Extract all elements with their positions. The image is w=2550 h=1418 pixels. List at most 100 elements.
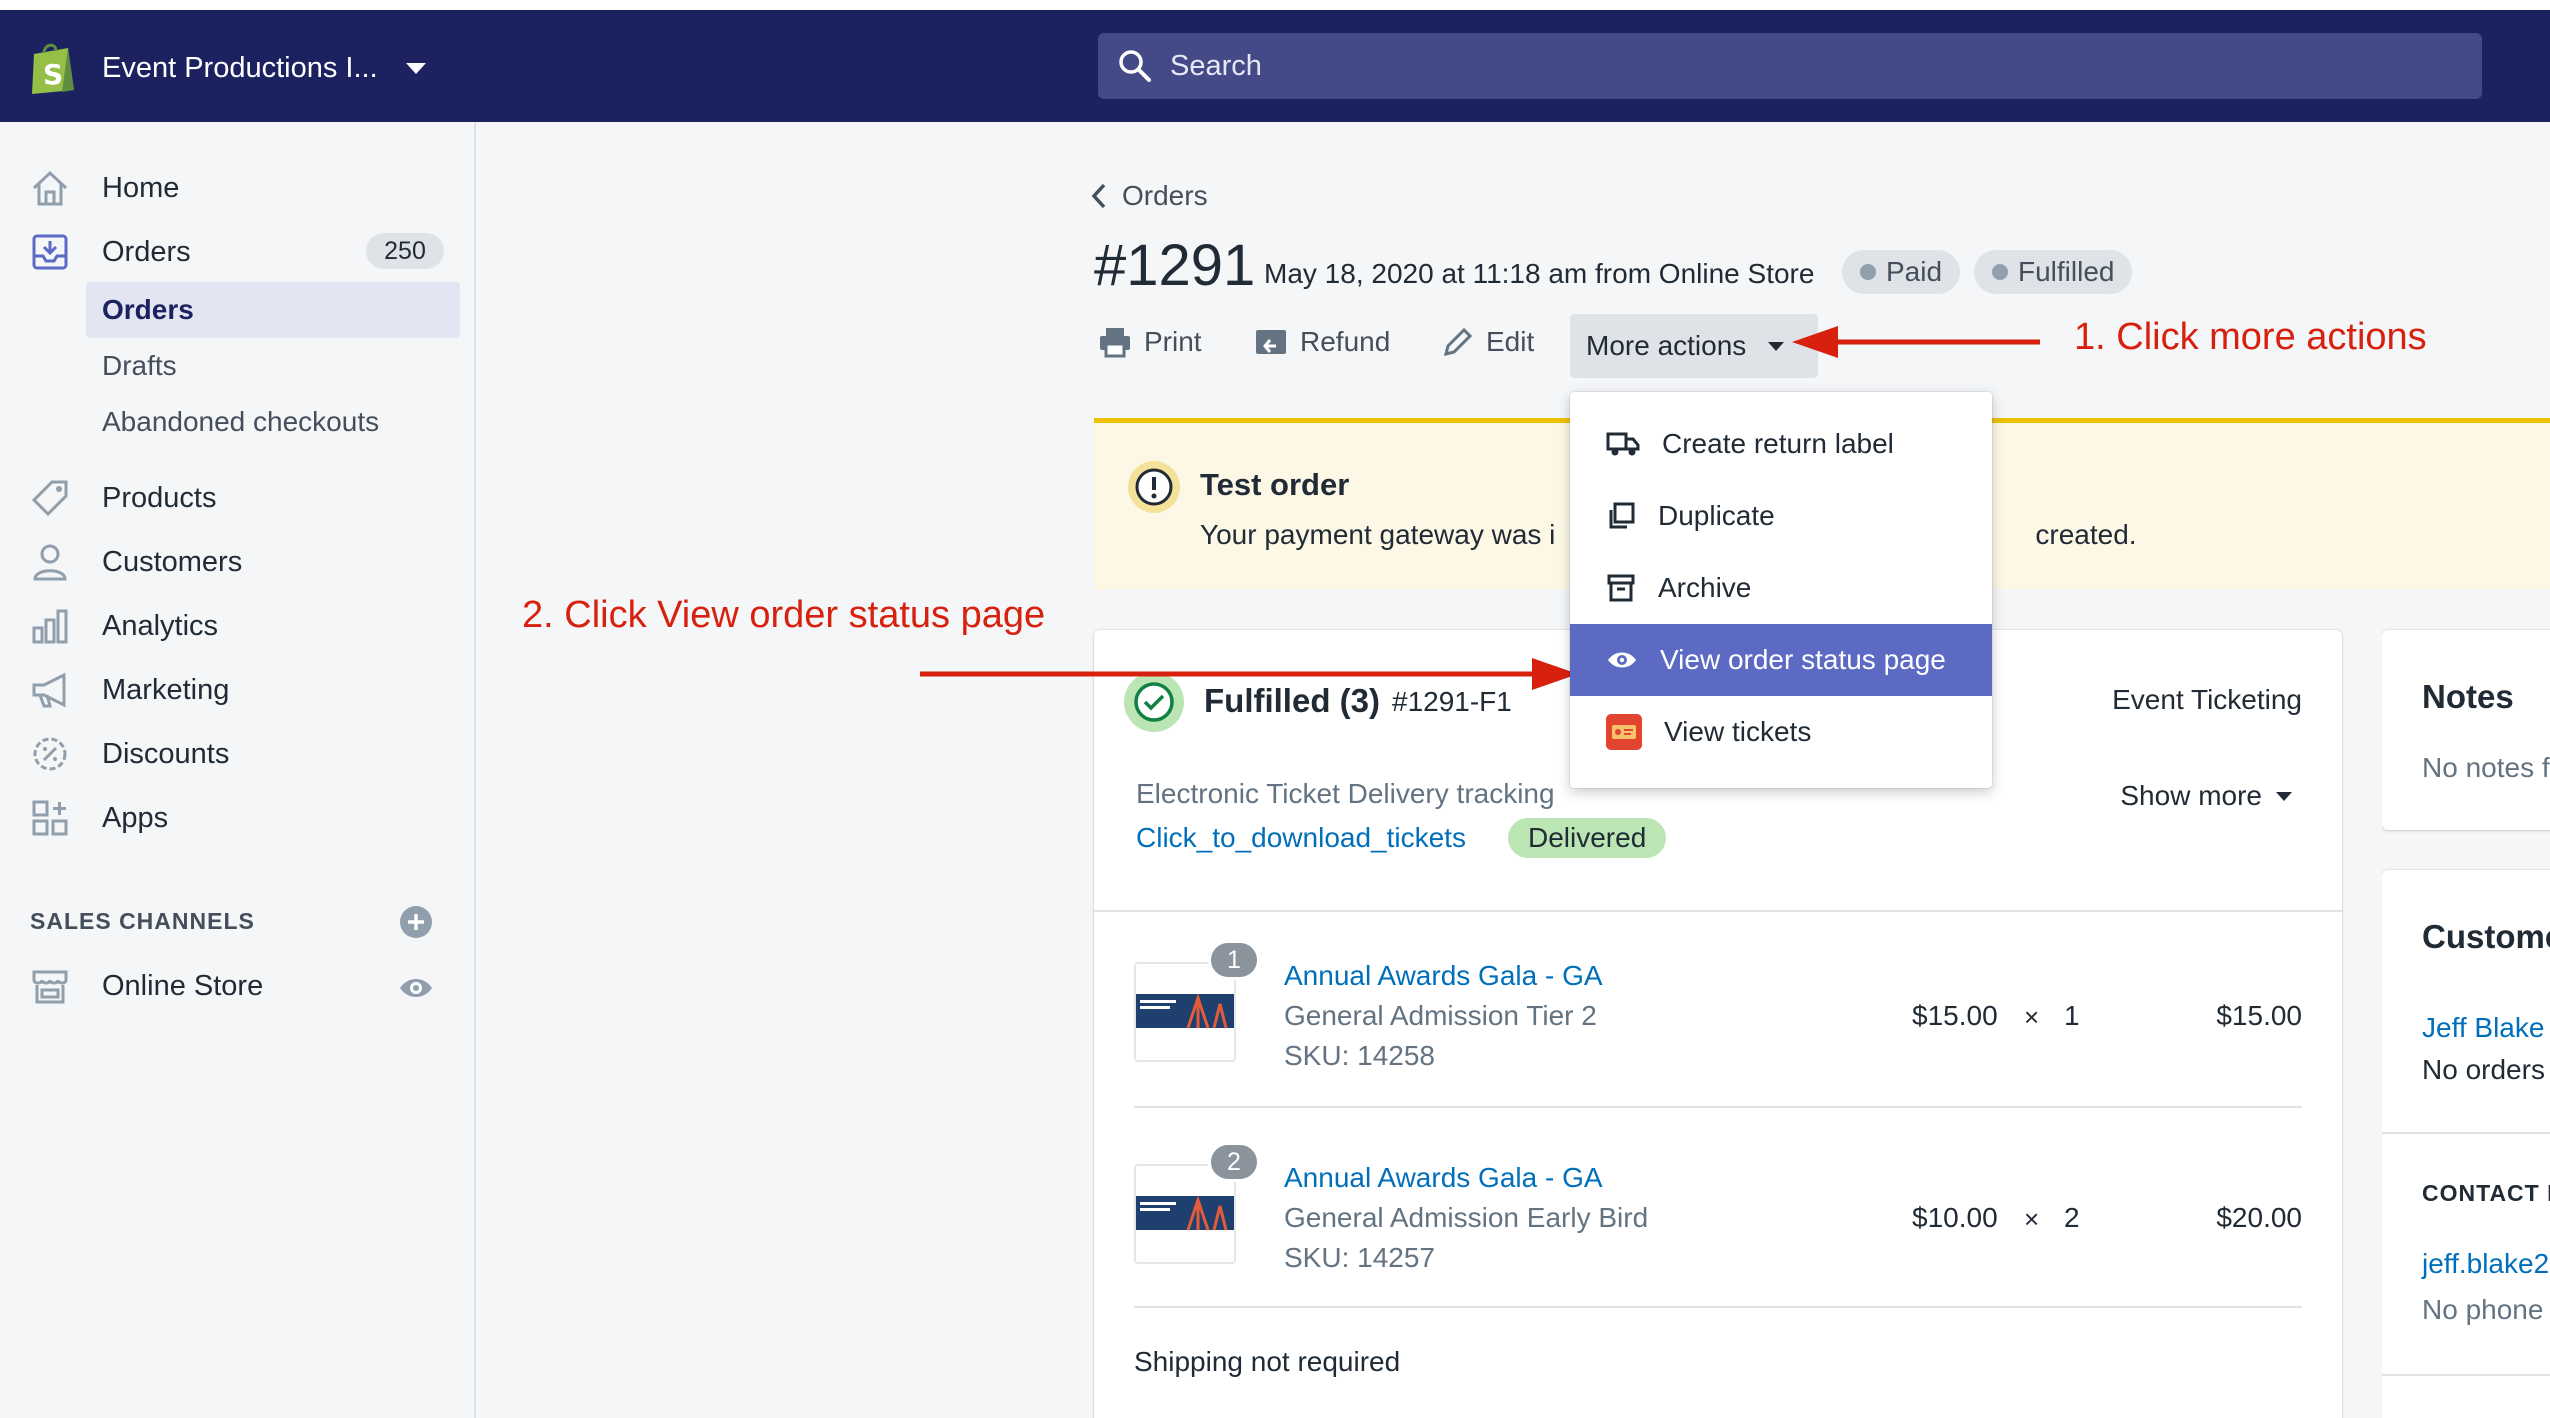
menu-item-view-order-status-page[interactable]: View order status page xyxy=(1570,624,1992,696)
customer-orders: No orders xyxy=(2422,1054,2545,1085)
show-more-label: Show more xyxy=(2120,780,2262,811)
menu-item-label: Create return label xyxy=(1662,428,1894,459)
status-badge-label: Fulfilled xyxy=(2018,256,2115,287)
customer-email-link[interactable]: jeff.blake2 xyxy=(2422,1248,2549,1280)
sidebar-item-label: Online Store xyxy=(102,969,264,1002)
sidebar: Home Orders 250 Orders Drafts Abandoned … xyxy=(0,122,476,1418)
show-more-button[interactable]: Show more xyxy=(2120,780,2292,812)
more-actions-button[interactable]: More actions xyxy=(1570,314,1818,378)
top-strip xyxy=(0,0,2550,10)
line-item-quantity: 2 xyxy=(2064,1202,2080,1233)
sidebar-item-analytics[interactable]: Analytics xyxy=(28,604,218,648)
chevron-down-icon xyxy=(405,62,426,74)
sidebar-item-apps[interactable]: Apps xyxy=(28,796,168,840)
archive-icon xyxy=(1607,574,1635,602)
store-name: Event Productions I... xyxy=(102,51,378,84)
view-store-eye-icon[interactable] xyxy=(398,970,434,1006)
chevron-down-icon xyxy=(1768,341,1785,351)
search-icon xyxy=(1119,50,1151,82)
printer-icon xyxy=(1100,328,1130,358)
status-badge-label: Paid xyxy=(1886,256,1943,287)
search-bar[interactable] xyxy=(1098,33,2482,99)
edit-button[interactable]: Edit xyxy=(1442,326,1534,358)
sidebar-item-label: Products xyxy=(102,481,217,514)
menu-item-create-return-label[interactable]: Create return label xyxy=(1570,408,1992,480)
orders-icon xyxy=(28,230,72,274)
sidebar-item-home[interactable]: Home xyxy=(28,166,179,210)
menu-item-view-tickets[interactable]: View tickets xyxy=(1570,696,1992,768)
sidebar-item-label: Orders xyxy=(102,235,191,268)
menu-item-label: View order status page xyxy=(1660,644,1946,675)
annotation-step-2: 2. Click View order status page xyxy=(522,594,1046,636)
sidebar-subitem-orders[interactable]: Orders xyxy=(86,282,460,338)
sidebar-item-label: Analytics xyxy=(102,609,219,642)
add-channel-icon[interactable] xyxy=(398,904,434,940)
refund-button[interactable]: Refund xyxy=(1254,326,1390,358)
customer-name-link[interactable]: Jeff Blake xyxy=(2422,1012,2544,1044)
banner-message-end: created. xyxy=(2035,519,2137,550)
eye-icon xyxy=(1608,652,1636,668)
sidebar-item-products[interactable]: Products xyxy=(28,476,216,520)
orders-count-badge: 250 xyxy=(366,233,444,269)
line-item-title-link[interactable]: Annual Awards Gala - GA xyxy=(1284,960,1603,992)
fulfillment-location: Event Ticketing xyxy=(2112,684,2302,715)
edit-label: Edit xyxy=(1486,326,1535,357)
notes-text: No notes f xyxy=(2422,752,2550,783)
print-label: Print xyxy=(1144,326,1202,357)
divider xyxy=(2382,1132,2550,1134)
delivered-badge: Delivered xyxy=(1508,818,1667,858)
divider xyxy=(1134,1306,2302,1308)
apps-grid-icon xyxy=(28,796,72,840)
person-icon xyxy=(28,540,72,584)
search-input[interactable] xyxy=(1170,49,2370,83)
sidebar-subitem-drafts[interactable]: Drafts xyxy=(86,338,460,394)
more-actions-label: More actions xyxy=(1586,330,1747,361)
bar-chart-icon xyxy=(28,604,72,648)
tickets-app-icon xyxy=(1606,714,1642,750)
customer-phone: No phone xyxy=(2422,1294,2544,1325)
order-number: #1291 xyxy=(1094,233,1256,298)
warning-icon xyxy=(1128,461,1180,513)
sidebar-item-marketing[interactable]: Marketing xyxy=(28,668,229,712)
sidebar-item-orders[interactable]: Orders xyxy=(28,230,191,274)
discount-icon xyxy=(28,732,72,776)
sidebar-subitem-abandoned-checkouts[interactable]: Abandoned checkouts xyxy=(86,394,460,450)
customer-card: Custome Jeff Blake No orders CONTACT I j… xyxy=(2382,870,2550,1418)
annotation-arrow-1 xyxy=(1792,326,2040,358)
menu-item-label: Archive xyxy=(1658,572,1752,603)
sidebar-item-label: Customers xyxy=(102,545,243,578)
menu-item-archive[interactable]: Archive xyxy=(1570,552,1992,624)
status-dot xyxy=(1992,264,2008,280)
breadcrumb[interactable]: Orders xyxy=(1090,180,1208,212)
store-switcher[interactable]: S Event Productions I... xyxy=(28,40,426,96)
multiply-sign: × xyxy=(2024,1002,2040,1032)
tracking-link[interactable]: Click_to_download_tickets xyxy=(1136,822,1466,854)
truck-icon xyxy=(1606,432,1640,456)
megaphone-icon xyxy=(28,668,72,712)
line-item: 2 Annual Awards Gala - GA General Admiss… xyxy=(1094,1114,2342,1314)
line-item-variant: General Admission Early Bird xyxy=(1284,1202,1649,1233)
line-item-sku: SKU: 14258 xyxy=(1284,1040,1435,1071)
banner-message-start: Your payment gateway was i xyxy=(1200,519,1556,550)
duplicate-icon xyxy=(1609,502,1635,529)
print-button[interactable]: Print xyxy=(1098,326,1202,358)
line-item-price: $10.00 xyxy=(1912,1202,1998,1233)
sidebar-item-label: Discounts xyxy=(102,737,230,770)
top-bar: S Event Productions I... xyxy=(0,10,2550,122)
pencil-icon xyxy=(1443,327,1473,357)
notes-title: Notes xyxy=(2422,678,2514,715)
divider xyxy=(2382,1374,2550,1376)
line-item-variant: General Admission Tier 2 xyxy=(1284,1000,1597,1031)
line-item-quantity: 1 xyxy=(2064,1000,2080,1031)
line-item-total: $20.00 xyxy=(2216,1202,2302,1233)
menu-item-duplicate[interactable]: Duplicate xyxy=(1570,480,1992,552)
quantity-badge: 2 xyxy=(1208,1142,1260,1182)
sidebar-item-customers[interactable]: Customers xyxy=(28,540,242,584)
breadcrumb-orders-link[interactable]: Orders xyxy=(1122,180,1208,212)
sidebar-item-online-store[interactable]: Online Store xyxy=(28,964,263,1008)
line-item-title-link[interactable]: Annual Awards Gala - GA xyxy=(1284,1162,1603,1194)
sidebar-item-discounts[interactable]: Discounts xyxy=(28,732,229,776)
line-item-price: $15.00 xyxy=(1912,1000,1998,1031)
divider xyxy=(1134,1106,2302,1108)
sidebar-item-label: Marketing xyxy=(102,673,230,706)
